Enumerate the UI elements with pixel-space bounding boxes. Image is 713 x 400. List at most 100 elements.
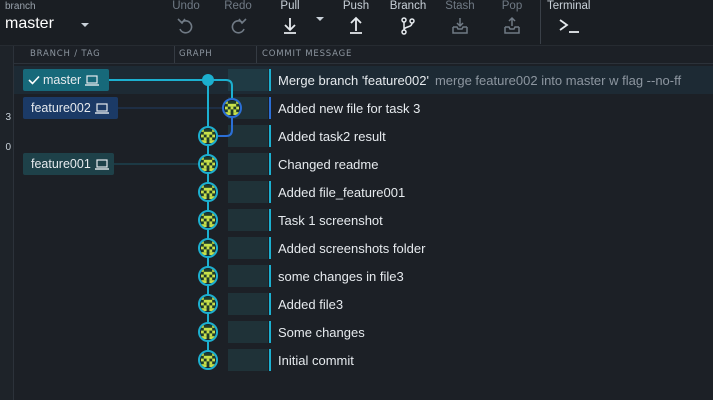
commit-row[interactable]: Initial commit bbox=[14, 346, 713, 374]
commit-author-avatar[interactable] bbox=[198, 266, 218, 286]
commit-row[interactable]: Added file_feature001 bbox=[14, 178, 713, 206]
branch-caption: branch bbox=[5, 1, 36, 12]
stash-label: Stash bbox=[445, 0, 475, 12]
column-header-branch-tag[interactable]: BRANCH / TAG bbox=[30, 49, 101, 59]
commit-row[interactable]: Added task2 result bbox=[14, 122, 713, 150]
push-label: Push bbox=[342, 0, 370, 12]
commit-message: Added task2 result bbox=[278, 129, 386, 144]
commit-author-avatar[interactable] bbox=[198, 210, 218, 230]
pop-label: Pop bbox=[501, 0, 523, 12]
redo-icon bbox=[231, 18, 247, 34]
commit-row[interactable]: some changes in file3 bbox=[14, 262, 713, 290]
commit-row[interactable]: Merge branch 'feature002' merge feature00… bbox=[14, 66, 713, 94]
identicon-icon bbox=[201, 325, 215, 339]
commit-message: Initial commit bbox=[278, 353, 354, 368]
graph-cell bbox=[228, 321, 268, 343]
commit-message: Added file3 bbox=[278, 297, 344, 312]
lane-color-bar bbox=[269, 97, 271, 119]
toolbar-divider bbox=[540, 0, 541, 44]
branch-ref-label: feature002 bbox=[31, 101, 91, 115]
column-header-graph[interactable]: GRAPH bbox=[179, 49, 212, 59]
graph-cell bbox=[228, 125, 268, 147]
pull-icon bbox=[284, 18, 296, 34]
commit-message: Merge branch 'feature002' merge feature00… bbox=[278, 73, 681, 88]
graph-cell bbox=[228, 349, 268, 371]
lane-color-bar bbox=[269, 69, 271, 91]
commit-message: Changed readme bbox=[278, 157, 379, 172]
identicon-icon bbox=[201, 269, 215, 283]
check-icon bbox=[28, 75, 40, 85]
commit-row[interactable]: Added file3 bbox=[14, 290, 713, 318]
column-resize-handle[interactable] bbox=[256, 46, 257, 63]
pull-button[interactable]: Pull bbox=[270, 0, 310, 44]
graph-cell bbox=[228, 181, 268, 203]
commit-row[interactable]: Changed readme bbox=[14, 150, 713, 178]
lane-color-bar bbox=[269, 293, 271, 315]
commit-message: Some changes bbox=[278, 325, 365, 340]
lane-color-bar bbox=[269, 237, 271, 259]
branch-ref-label: master bbox=[43, 73, 82, 87]
commit-row[interactable]: Added screenshots folder bbox=[14, 234, 713, 262]
branch-ref-feature001[interactable]: feature001 bbox=[23, 153, 114, 175]
stash-button[interactable]: Stash bbox=[440, 0, 480, 44]
push-icon bbox=[350, 16, 362, 34]
toolbar: branch master Undo Redo Pull Push Branch bbox=[0, 0, 713, 46]
identicon-icon bbox=[201, 297, 215, 311]
terminal-icon[interactable] bbox=[558, 17, 582, 35]
commit-author-avatar[interactable] bbox=[198, 126, 218, 146]
commit-message: Added file_feature001 bbox=[278, 185, 406, 200]
identicon-icon bbox=[201, 213, 215, 227]
redo-button[interactable]: Redo bbox=[218, 0, 258, 44]
commit-author-avatar[interactable] bbox=[222, 98, 242, 118]
identicon-icon bbox=[201, 241, 215, 255]
pull-options-chevron-icon[interactable] bbox=[314, 14, 326, 24]
commit-row[interactable]: Some changes bbox=[14, 318, 713, 346]
commit-row[interactable]: Added new file for task 3 bbox=[14, 94, 713, 122]
stash-icon bbox=[452, 18, 468, 34]
branch-label: Branch bbox=[389, 0, 427, 12]
identicon-icon bbox=[201, 185, 215, 199]
column-resize-handle[interactable] bbox=[174, 46, 175, 63]
terminal-label[interactable]: Terminal bbox=[547, 0, 590, 12]
chevron-down-icon[interactable] bbox=[78, 19, 92, 31]
commit-message: Added new file for task 3 bbox=[278, 101, 421, 116]
lane-color-bar bbox=[269, 125, 271, 147]
commit-author-avatar[interactable] bbox=[198, 294, 218, 314]
lane-color-bar bbox=[269, 181, 271, 203]
pop-icon bbox=[504, 16, 520, 34]
laptop-icon bbox=[85, 75, 100, 86]
commit-summary: Merge branch 'feature002' bbox=[278, 73, 429, 88]
commit-message: Task 1 screenshot bbox=[278, 213, 383, 228]
column-header-commit-message[interactable]: COMMIT MESSAGE bbox=[262, 49, 352, 59]
identicon-icon bbox=[201, 353, 215, 367]
lane-color-bar bbox=[269, 265, 271, 287]
commit-message: some changes in file3 bbox=[278, 269, 404, 284]
undo-label: Undo bbox=[172, 0, 200, 12]
commit-author-avatar[interactable] bbox=[198, 154, 218, 174]
identicon-icon bbox=[201, 129, 215, 143]
lane-color-bar bbox=[269, 349, 271, 371]
lane-color-bar bbox=[269, 153, 271, 175]
identicon-icon bbox=[225, 101, 239, 115]
commit-author-avatar[interactable] bbox=[198, 182, 218, 202]
branch-ref-master[interactable]: master bbox=[23, 69, 109, 91]
commit-author-avatar[interactable] bbox=[198, 322, 218, 342]
push-button[interactable]: Push bbox=[336, 0, 376, 44]
branch-button[interactable]: Branch bbox=[386, 0, 430, 44]
current-branch-selector[interactable]: master bbox=[5, 15, 54, 33]
commit-author-avatar[interactable] bbox=[198, 350, 218, 370]
graph-cell bbox=[228, 153, 268, 175]
column-headers: BRANCH / TAG GRAPH COMMIT MESSAGE bbox=[14, 46, 713, 64]
commit-row[interactable]: Task 1 screenshot bbox=[14, 206, 713, 234]
commit-description: merge feature002 into master w flag --no… bbox=[434, 73, 682, 88]
lane-color-bar bbox=[269, 321, 271, 343]
graph-cell bbox=[228, 265, 268, 287]
laptop-icon bbox=[94, 103, 109, 114]
pop-button[interactable]: Pop bbox=[492, 0, 532, 44]
graph-cell bbox=[228, 69, 268, 91]
laptop-icon bbox=[94, 159, 109, 170]
branch-ref-feature002[interactable]: feature002 bbox=[23, 97, 118, 119]
undo-button[interactable]: Undo bbox=[166, 0, 206, 44]
redo-label: Redo bbox=[224, 0, 252, 12]
commit-author-avatar[interactable] bbox=[198, 238, 218, 258]
